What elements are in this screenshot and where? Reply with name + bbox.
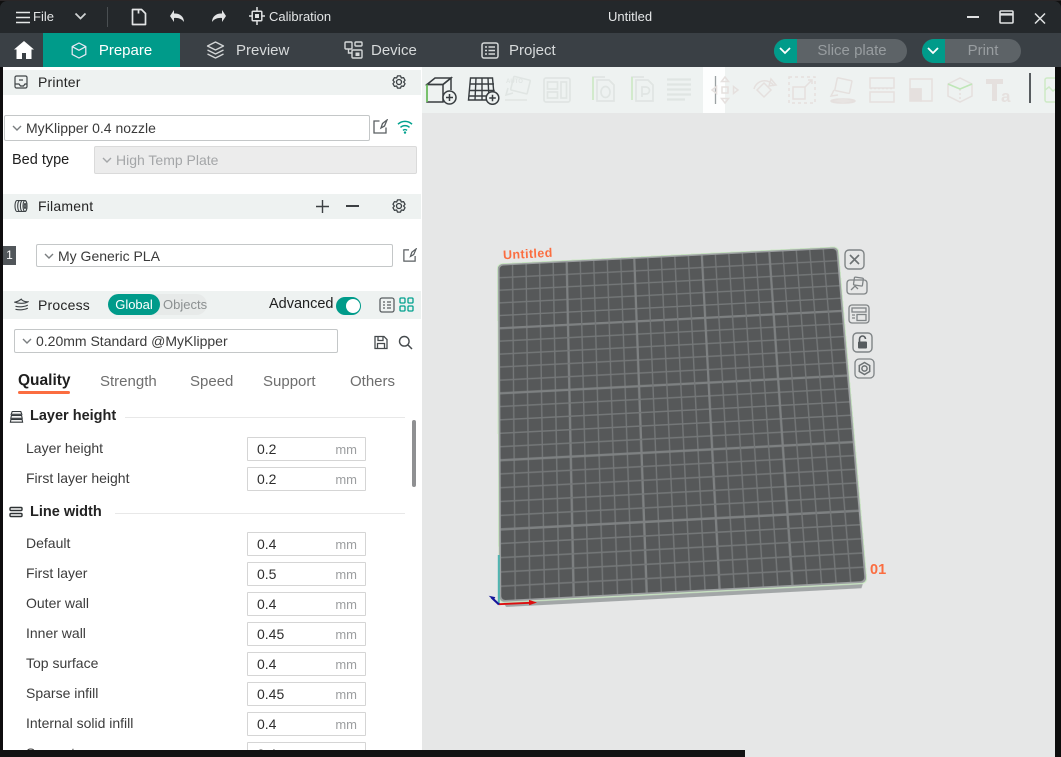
svg-text:AUTO: AUTO bbox=[506, 79, 523, 85]
svg-text:a: a bbox=[1001, 87, 1011, 104]
